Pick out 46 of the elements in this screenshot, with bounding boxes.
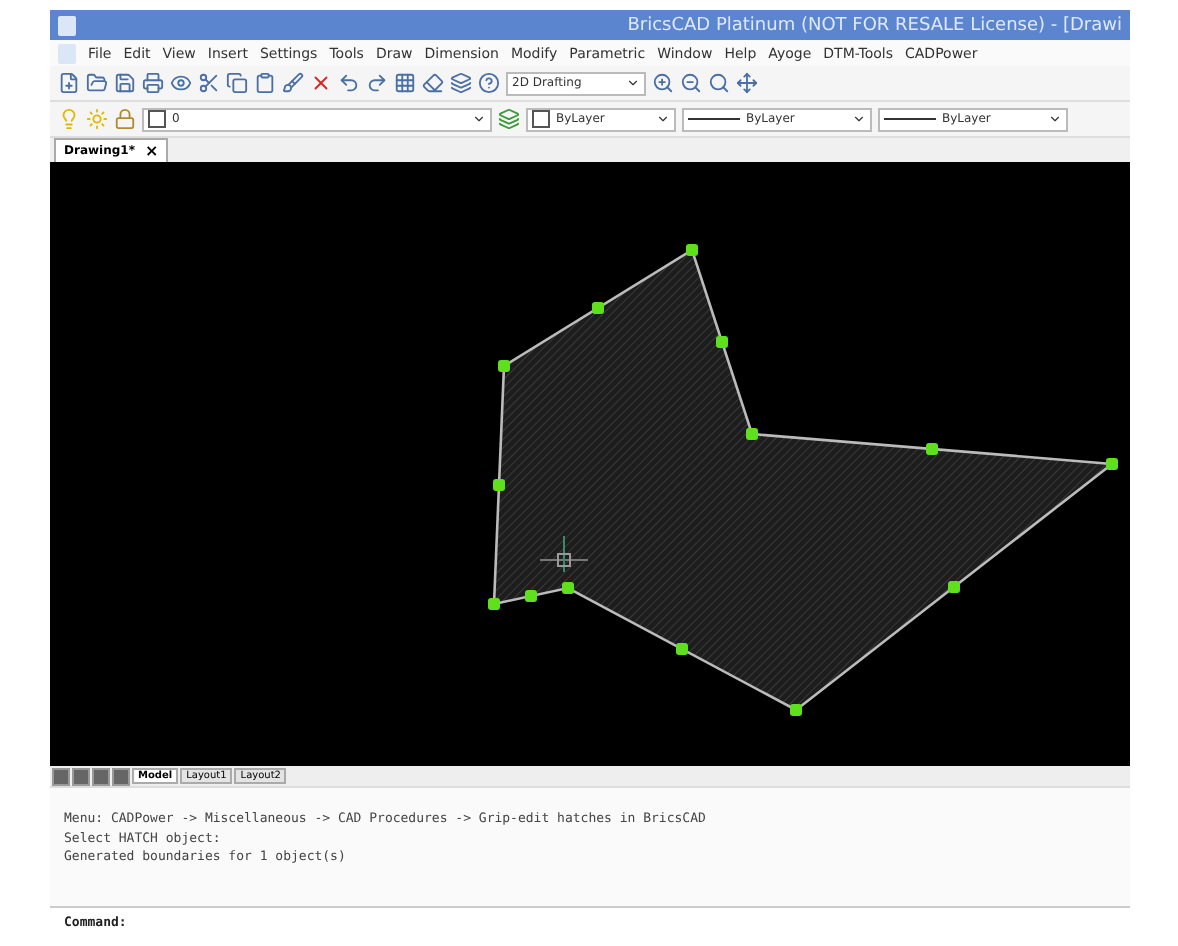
brush-icon[interactable] xyxy=(282,72,304,94)
save-icon[interactable] xyxy=(114,72,136,94)
grid-icon[interactable] xyxy=(394,72,416,94)
chevron-down-icon[interactable] xyxy=(626,76,640,90)
paste-icon[interactable] xyxy=(254,72,276,94)
new-file-icon[interactable] xyxy=(58,72,80,94)
chevron-down-icon[interactable] xyxy=(852,112,866,126)
grip-handle[interactable] xyxy=(562,582,574,594)
grip-handle[interactable] xyxy=(716,336,728,348)
chevron-down-icon[interactable] xyxy=(1048,112,1062,126)
grip-handle[interactable] xyxy=(746,428,758,440)
document-icon xyxy=(58,43,76,63)
eraser-icon[interactable] xyxy=(422,72,444,94)
grip-handle[interactable] xyxy=(948,581,960,593)
grip-handle[interactable] xyxy=(592,302,604,314)
app-icon xyxy=(58,15,76,35)
layers-icon[interactable] xyxy=(450,72,472,94)
zoom-out-icon[interactable] xyxy=(680,72,702,94)
grip-handle[interactable] xyxy=(525,590,537,602)
delete-icon[interactable] xyxy=(310,72,332,94)
grip-handle[interactable] xyxy=(926,443,938,455)
grip-handle[interactable] xyxy=(488,598,500,610)
print-icon[interactable] xyxy=(142,72,164,94)
search-icon[interactable] xyxy=(708,72,730,94)
grip-handle[interactable] xyxy=(1106,458,1118,470)
chevron-down-icon[interactable] xyxy=(472,112,486,126)
grip-handle[interactable] xyxy=(676,643,688,655)
layers-icon[interactable] xyxy=(498,108,520,130)
preview-icon[interactable] xyxy=(170,72,192,94)
grip-handle[interactable] xyxy=(498,360,510,372)
folder-icon[interactable] xyxy=(86,72,108,94)
zoom-in-icon[interactable] xyxy=(652,72,674,94)
copy-icon[interactable] xyxy=(226,72,248,94)
grip-handle[interactable] xyxy=(686,244,698,256)
close-icon[interactable]: × xyxy=(144,142,159,160)
redo-icon[interactable] xyxy=(366,72,388,94)
undo-icon[interactable] xyxy=(338,72,360,94)
cut-icon[interactable] xyxy=(198,72,220,94)
grip-handle[interactable] xyxy=(790,704,802,716)
grip-handle[interactable] xyxy=(493,479,505,491)
window-title: BricsCAD Platinum (NOT FOR RESALE License) - [Drawi xyxy=(627,15,1122,35)
lock-icon[interactable] xyxy=(114,108,136,130)
crosshair-cursor xyxy=(539,535,589,573)
chevron-down-icon[interactable] xyxy=(656,112,670,126)
help-icon[interactable] xyxy=(478,72,500,94)
pan-icon[interactable] xyxy=(736,72,758,94)
